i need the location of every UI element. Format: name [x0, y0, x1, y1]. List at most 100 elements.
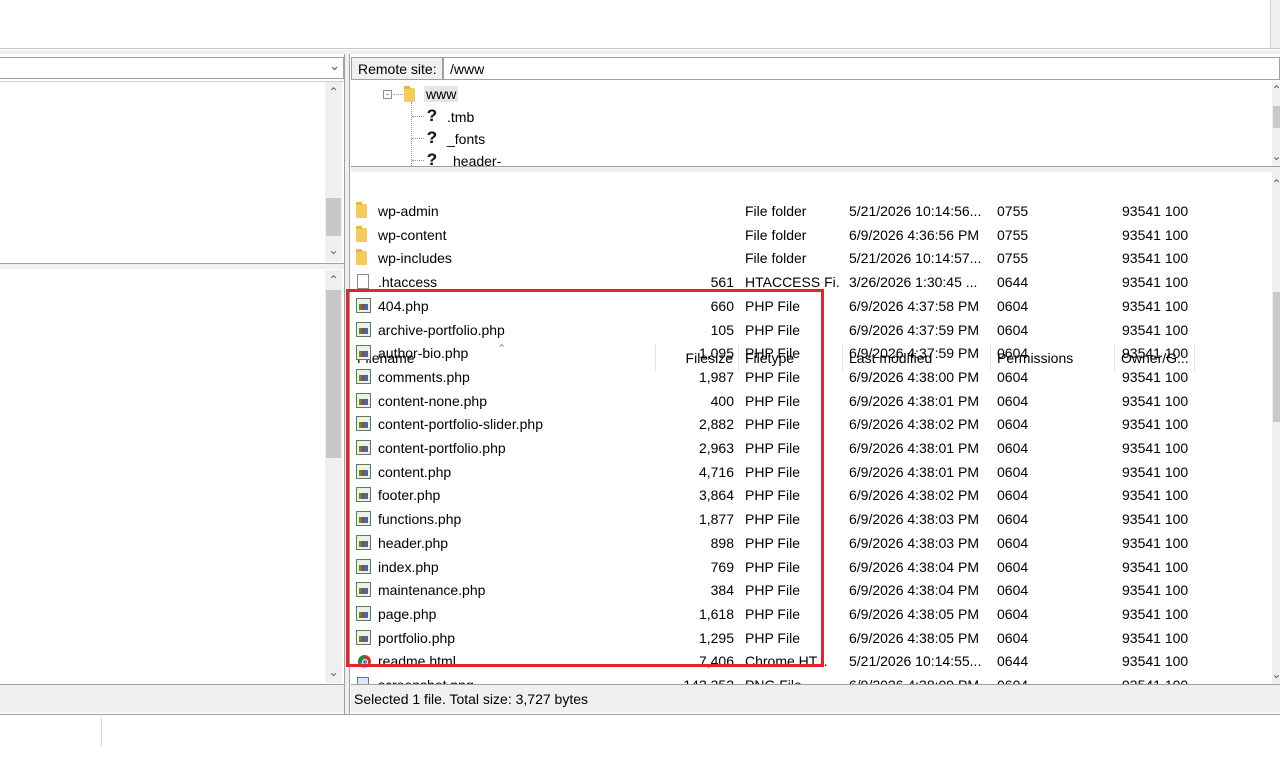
cell-name: footer.php: [378, 487, 441, 504]
cell-type: PHP File: [745, 368, 800, 385]
cell-name: functions.php: [378, 511, 462, 528]
local-path-combo[interactable]: ⌄: [0, 57, 344, 79]
cell-size: 1,987: [698, 368, 734, 385]
cell-size: 4,716: [698, 463, 734, 480]
cell-size: 1,095: [698, 345, 734, 362]
scroll-up-icon[interactable]: ⌃: [325, 84, 342, 101]
file-row[interactable]: readme.html 7,406 Chrome HT... 5/21/2026 10…: [351, 649, 1261, 673]
file-row[interactable]: wp-content File folder 6/9/2026 4:36:56 PM…: [351, 223, 1261, 247]
php-file-icon: [356, 440, 371, 455]
cell-owner: 93541 100: [1122, 297, 1189, 314]
chevron-down-icon[interactable]: ⌄: [329, 58, 340, 74]
file-row[interactable]: 404.php 660 PHP File 6/9/2026 4:37:58 PM 060…: [351, 294, 1261, 318]
cell-modified: 3/26/2026 1:30:45 ...: [849, 274, 978, 291]
cell-modified: 6/9/2026 4:37:59 PM: [849, 345, 979, 362]
tree-item-label: _fonts: [447, 131, 486, 147]
file-row[interactable]: index.php 769 PHP File 6/9/2026 4:38:04 PM 0…: [351, 555, 1261, 579]
file-row[interactable]: author-bio.php 1,095 PHP File 6/9/2026 4:37…: [351, 341, 1261, 365]
cell-type: PHP File: [745, 558, 800, 575]
remote-tree-scrollbar[interactable]: ⌃ ⌄: [1271, 82, 1280, 166]
scroll-thumb[interactable]: [1273, 106, 1280, 128]
cell-size: 400: [710, 392, 734, 409]
cell-perms: 0604: [997, 463, 1029, 480]
cell-modified: 6/9/2026 4:38:03 PM: [849, 511, 979, 528]
splitter[interactable]: [0, 50, 1280, 54]
scroll-up-icon[interactable]: ⌃: [325, 272, 342, 289]
pane-splitter[interactable]: [344, 54, 350, 714]
php-file-icon: [356, 605, 371, 621]
local-tree-scrollbar[interactable]: ⌃ ⌄: [325, 82, 342, 262]
folder-icon: [356, 202, 367, 218]
cell-owner: 93541 100: [1122, 203, 1189, 219]
cell-name: header.php: [378, 534, 449, 551]
scroll-up-icon[interactable]: ⌃: [1268, 82, 1280, 99]
cell-perms: 0604: [997, 582, 1029, 599]
local-list-scrollbar[interactable]: ⌃ ⌄: [325, 270, 342, 683]
cell-size: 1,295: [698, 629, 734, 646]
cell-type: File folder: [745, 250, 807, 267]
file-row[interactable]: content-portfolio.php 2,963 PHP File 6/9/20…: [351, 436, 1261, 460]
cell-owner: 93541 100: [1122, 274, 1189, 291]
local-file-list[interactable]: [0, 269, 344, 683]
cell-perms: 0604: [997, 440, 1029, 456]
remote-file-list[interactable]: Filename ⌃ Filesize Filetype Last modifi…: [351, 172, 1273, 684]
tree-connector: [393, 94, 403, 95]
scroll-down-icon[interactable]: ⌄: [1268, 148, 1280, 165]
cell-size: 384: [710, 582, 734, 599]
scroll-thumb[interactable]: [326, 198, 341, 236]
remote-path-input[interactable]: /www: [443, 57, 1280, 80]
local-tree[interactable]: [0, 81, 344, 263]
file-row[interactable]: portfolio.php 1,295 PHP File 6/9/2026 4:38:…: [351, 626, 1261, 650]
file-row[interactable]: .htaccess 561 HTACCESS Fi... 3/26/2026 1:30…: [351, 270, 1261, 294]
cell-owner: 93541 100: [1122, 653, 1189, 670]
scroll-thumb[interactable]: [326, 290, 341, 458]
file-row[interactable]: maintenance.php 384 PHP File 6/9/2026 4:38:…: [351, 578, 1261, 602]
file-row[interactable]: page.php 1,618 PHP File 6/9/2026 4:38:05 PM…: [351, 602, 1261, 626]
tree-item-label: www: [424, 86, 459, 102]
remote-path-value: /www: [450, 61, 485, 77]
cell-type: PNG File: [745, 673, 839, 684]
file-row[interactable]: wp-admin File folder 5/21/2026 10:14:56...…: [351, 199, 1261, 223]
file-row[interactable]: functions.php 1,877 PHP File 6/9/2026 4:38:…: [351, 507, 1261, 531]
remote-site-label: Remote site:: [351, 57, 443, 80]
cell-name: page.php: [378, 605, 437, 622]
file-row[interactable]: wp-includes File folder 5/21/2026 10:14:57…: [351, 246, 1261, 270]
file-row[interactable]: archive-portfolio.php 105 PHP File 6/9/2026…: [351, 318, 1261, 342]
scroll-down-icon[interactable]: ⌄: [325, 664, 342, 681]
cell-perms: 0755: [997, 250, 1029, 267]
file-row[interactable]: content.php 4,716 PHP File 6/9/2026 4:38:01…: [351, 460, 1261, 484]
tree-connector: [412, 138, 424, 139]
scroll-up-icon[interactable]: ⌃: [1268, 176, 1280, 193]
cell-name: comments.php: [378, 368, 470, 385]
cell-name: content.php: [378, 463, 452, 480]
remote-tree[interactable]: - www ? .tmb ? _fonts ? header-elements: [351, 82, 1273, 166]
scroll-down-icon[interactable]: ⌄: [1268, 666, 1280, 683]
file-row[interactable]: screenshot.png 143,352 PNG File 6/9/2026 4:…: [351, 673, 1261, 684]
cell-modified: 6/9/2026 4:38:02 PM: [849, 416, 979, 433]
file-row[interactable]: content-portfolio-slider.php 2,882 PHP Fil…: [351, 412, 1261, 436]
cell-perms: 0604: [997, 297, 1029, 314]
tree-collapse-toggle[interactable]: -: [383, 90, 392, 99]
cell-name: .htaccess: [378, 274, 438, 291]
remote-list-scrollbar[interactable]: ⌃ ⌄: [1271, 172, 1280, 684]
file-row[interactable]: content-none.php 400 PHP File 6/9/2026 4:38…: [351, 389, 1261, 413]
cell-modified: 5/21/2026 10:14:57...: [849, 250, 982, 267]
cell-type: PHP File: [745, 440, 800, 456]
cell-name: maintenance.php: [378, 582, 486, 599]
remote-status-bar: Selected 1 file. Total size: 3,727 bytes: [351, 684, 1280, 713]
divider: [0, 48, 1280, 49]
file-row[interactable]: comments.php 1,987 PHP File 6/9/2026 4:38:0…: [351, 365, 1261, 389]
cell-owner: 93541 100: [1122, 582, 1189, 599]
scroll-down-icon[interactable]: ⌄: [325, 242, 342, 259]
cell-owner: 93541 100: [1122, 534, 1189, 551]
cell-size: [656, 199, 734, 223]
cell-modified: 6/9/2026 4:38:09 PM: [849, 673, 989, 684]
tree-connector: [411, 102, 412, 166]
cell-perms: 0604: [997, 629, 1029, 646]
file-row[interactable]: header.php 898 PHP File 6/9/2026 4:38:03 PM…: [351, 531, 1261, 555]
file-row[interactable]: footer.php 3,864 PHP File 6/9/2026 4:38:02 …: [351, 483, 1261, 507]
scroll-thumb[interactable]: [1273, 292, 1280, 422]
tree-connector: [412, 160, 424, 161]
top-scrollbar[interactable]: [1270, 0, 1280, 48]
cell-type: PHP File: [745, 463, 800, 480]
